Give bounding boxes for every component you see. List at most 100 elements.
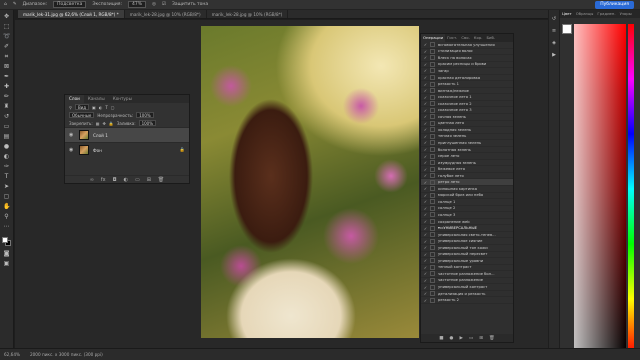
type-tool-icon[interactable]: T: [3, 173, 10, 180]
dialog-toggle-box[interactable]: [430, 120, 435, 126]
action-toggle-check-icon[interactable]: ✓: [421, 291, 430, 296]
dialog-toggle-box[interactable]: [430, 81, 435, 87]
healing-tool-icon[interactable]: ✚: [3, 83, 10, 90]
doc-tab-2[interactable]: marik_lek-28.jpg @ 10% (RGB/8*): [125, 10, 207, 18]
action-toggle-check-icon[interactable]: ✓: [421, 252, 430, 257]
dialog-toggle-box[interactable]: [430, 42, 435, 48]
action-row[interactable]: ✓ резкость 2: [421, 297, 513, 304]
action-toggle-check-icon[interactable]: ✓: [421, 239, 430, 244]
lasso-tool-icon[interactable]: ➰: [3, 33, 10, 40]
action-toggle-check-icon[interactable]: ✓: [421, 49, 430, 54]
dialog-toggle-box[interactable]: [430, 232, 435, 238]
new-layer-icon[interactable]: ⊞: [147, 177, 151, 183]
tab-properties[interactable]: Сво.: [459, 34, 471, 42]
tab-layers[interactable]: Слои: [65, 95, 84, 103]
action-toggle-check-icon[interactable]: ✓: [421, 62, 430, 67]
tab-libraries[interactable]: Биб.: [484, 34, 497, 42]
dialog-toggle-box[interactable]: [430, 107, 435, 113]
dialog-toggle-box[interactable]: [430, 277, 435, 283]
dialog-toggle-box[interactable]: [430, 179, 435, 185]
action-toggle-check-icon[interactable]: ✓: [421, 245, 430, 250]
dialog-toggle-box[interactable]: [430, 264, 435, 270]
action-toggle-check-icon[interactable]: ✓: [421, 88, 430, 93]
add-mask-icon[interactable]: ◘: [113, 177, 117, 183]
action-toggle-check-icon[interactable]: ✓: [421, 173, 430, 178]
action-toggle-check-icon[interactable]: ✓: [421, 212, 430, 217]
dialog-toggle-box[interactable]: [430, 68, 435, 74]
dodge-tool-icon[interactable]: ◐: [3, 153, 10, 160]
layer-lock-icon[interactable]: 🔒: [180, 147, 185, 153]
dialog-toggle-box[interactable]: [430, 225, 435, 231]
dialog-toggle-box[interactable]: [430, 258, 435, 264]
properties-panel-icon[interactable]: ≡: [551, 28, 558, 35]
airbrush-icon[interactable]: ◎: [152, 2, 156, 7]
action-toggle-check-icon[interactable]: ✓: [421, 101, 430, 106]
tab-color[interactable]: Цвет: [560, 10, 574, 18]
action-toggle-check-icon[interactable]: ✓: [421, 82, 430, 87]
layer-row-background[interactable]: ◉ Фон 🔒: [65, 142, 189, 157]
current-color-swatch[interactable]: [562, 24, 572, 34]
history-brush-tool-icon[interactable]: ↺: [3, 113, 10, 120]
actions-panel-icon[interactable]: ▶: [551, 52, 558, 59]
action-toggle-check-icon[interactable]: ✓: [421, 68, 430, 73]
action-toggle-check-icon[interactable]: ✓: [421, 285, 430, 290]
filter-shape-icon[interactable]: ▢: [111, 105, 115, 110]
action-toggle-check-icon[interactable]: ✓: [421, 298, 430, 303]
path-select-tool-icon[interactable]: ➤: [3, 183, 10, 190]
play-icon[interactable]: ▶: [459, 336, 462, 341]
dialog-toggle-box[interactable]: [430, 251, 435, 257]
dialog-toggle-box[interactable]: [430, 166, 435, 172]
share-button[interactable]: Публикация: [595, 1, 634, 9]
zoom-level[interactable]: 62,64%: [4, 352, 20, 357]
group-icon[interactable]: ▭: [135, 177, 140, 183]
adjustment-layer-icon[interactable]: ◐: [124, 177, 128, 183]
blend-mode-select[interactable]: Обычные: [69, 112, 95, 118]
action-toggle-check-icon[interactable]: ✓: [421, 114, 430, 119]
action-toggle-check-icon[interactable]: ✓: [421, 265, 430, 270]
action-toggle-check-icon[interactable]: ✓: [421, 186, 430, 191]
dialog-toggle-box[interactable]: [430, 160, 435, 166]
action-toggle-check-icon[interactable]: ✓: [421, 75, 430, 80]
opacity-field[interactable]: 100%: [136, 112, 154, 118]
protect-tones-checkbox[interactable]: ☑: [162, 2, 166, 7]
brush-tool-icon[interactable]: ✏: [3, 93, 10, 100]
tab-paths[interactable]: Контуры: [109, 95, 136, 103]
document-image[interactable]: [201, 26, 419, 338]
dialog-toggle-box[interactable]: [430, 291, 435, 297]
layers-panel-icon[interactable]: ◈: [551, 40, 558, 47]
color-swatches[interactable]: [1, 237, 12, 247]
action-toggle-check-icon[interactable]: ✓: [421, 278, 430, 283]
blur-tool-icon[interactable]: ●: [3, 143, 10, 150]
doc-tab-3[interactable]: marik_lek-28.jpg @ 10% (RGB/8*): [207, 10, 289, 18]
exposure-field[interactable]: 47%: [127, 1, 146, 8]
action-toggle-check-icon[interactable]: ✓: [421, 55, 430, 60]
tab-channels[interactable]: Каналы: [84, 95, 109, 103]
action-toggle-check-icon[interactable]: ✓: [421, 193, 430, 198]
color-picker-field[interactable]: [574, 24, 626, 354]
dialog-toggle-box[interactable]: [430, 199, 435, 205]
new-action-icon[interactable]: ⊞: [479, 336, 483, 341]
tab-adjustments[interactable]: Кор.: [472, 34, 485, 42]
fill-field[interactable]: 100%: [138, 120, 156, 126]
hue-slider[interactable]: [628, 24, 634, 354]
dialog-toggle-box[interactable]: [430, 271, 435, 277]
tab-patterns[interactable]: Узоры: [618, 10, 634, 18]
dialog-toggle-box[interactable]: [430, 212, 435, 218]
layer-kind-select[interactable]: Вид: [74, 104, 90, 110]
layer-style-icon[interactable]: fx: [101, 177, 106, 183]
tab-history[interactable]: Гист.: [445, 34, 459, 42]
dialog-toggle-box[interactable]: [430, 61, 435, 67]
visibility-eye-icon[interactable]: ◉: [69, 147, 75, 153]
dialog-toggle-box[interactable]: [430, 94, 435, 100]
record-icon[interactable]: ●: [450, 336, 454, 341]
dialog-toggle-box[interactable]: [430, 238, 435, 244]
action-toggle-check-icon[interactable]: ✓: [421, 154, 430, 159]
shape-tool-icon[interactable]: ▢: [3, 193, 10, 200]
action-toggle-check-icon[interactable]: ✓: [421, 108, 430, 113]
dialog-toggle-box[interactable]: [430, 297, 435, 303]
action-toggle-check-icon[interactable]: ✓: [421, 219, 430, 224]
action-toggle-check-icon[interactable]: ✓: [421, 206, 430, 211]
crop-tool-icon[interactable]: ⌗: [3, 53, 10, 60]
gradient-tool-icon[interactable]: ▤: [3, 133, 10, 140]
zoom-tool-icon[interactable]: ⚲: [3, 213, 10, 220]
